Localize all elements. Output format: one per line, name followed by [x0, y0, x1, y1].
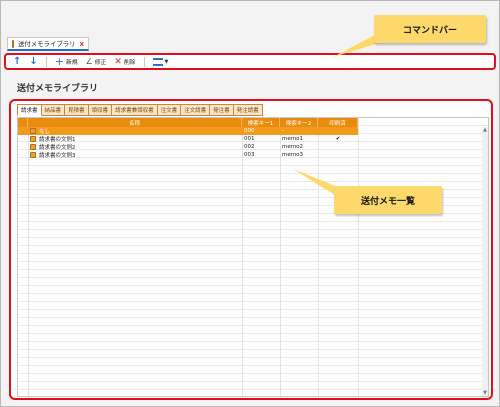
command-bar: ↑ ↓ + 新規 ∠ 修正 ✕ 削除 ▼	[4, 53, 496, 70]
grid-divider	[28, 118, 29, 396]
column-header-name[interactable]: 名称	[28, 118, 242, 127]
row-selector	[18, 127, 28, 135]
grid-divider	[318, 118, 319, 396]
cell-key1: 002	[244, 144, 255, 150]
cell-key2: memo1	[282, 136, 303, 142]
tab-delivery-note[interactable]: 納品書	[41, 104, 66, 116]
tab-receipt[interactable]: 領収書	[88, 104, 113, 116]
cell-name: なし	[28, 127, 242, 135]
tab-purchase-acceptance[interactable]: 発注請書	[233, 104, 263, 116]
memo-table: 名称 検索キー1 検索キー2 印刷済 なし 000 - 請求書の文例1 001 …	[17, 117, 489, 397]
cell-key1: 000	[244, 128, 255, 134]
arrow-up-icon: ↑	[13, 55, 22, 67]
cell-name: 請求書の文例1	[28, 135, 242, 143]
list-icon	[152, 57, 163, 66]
app-window: 送付メモライブラリ x ↑ ↓ + 新規 ∠ 修正 ✕ 削除 ▼ コマンドバー …	[0, 0, 500, 407]
tab-order[interactable]: 注文書	[157, 104, 182, 116]
column-header-printed[interactable]: 印刷済	[318, 118, 358, 127]
grid-divider	[280, 118, 281, 396]
scroll-up-icon[interactable]: ▲	[482, 127, 488, 133]
toolbar-divider	[45, 56, 47, 67]
delete-button-label: 削除	[123, 60, 136, 66]
document-tab-label: 送付メモライブラリ	[18, 40, 76, 48]
row-selector	[18, 135, 28, 143]
table-row[interactable]: 請求書の文例1 001 memo1 ✔	[18, 135, 358, 143]
new-button-label: 新規	[66, 60, 78, 66]
scroll-down-icon[interactable]: ▼	[482, 390, 488, 396]
command-bar-callout: コマンドバー	[374, 15, 486, 43]
grid-lines	[18, 118, 488, 396]
move-up-button[interactable]: ↑	[10, 56, 24, 68]
arrow-down-icon: ↓	[29, 55, 38, 67]
memo-list-panel: 請求書 納品書 見積書 領収書 請求書兼領収書 注文書 注文請書 発注書 発注請…	[9, 99, 493, 400]
delete-button[interactable]: ✕ 削除	[111, 56, 138, 68]
cell-printed	[318, 151, 358, 159]
document-icon	[12, 39, 14, 48]
column-header-key2[interactable]: 検索キー2	[280, 118, 318, 127]
move-down-button[interactable]: ↓	[26, 56, 40, 68]
delete-x-icon: ✕	[114, 56, 122, 67]
cell-name-text: 請求書の文例2	[39, 145, 76, 151]
cell-key2: memo3	[282, 152, 303, 158]
table-row[interactable]: 請求書の文例3 003 memo3	[18, 151, 358, 159]
category-tabs: 請求書 納品書 見積書 領収書 請求書兼領収書 注文書 注文請書 発注書 発注請…	[17, 104, 263, 116]
cell-printed: ✔	[335, 136, 341, 142]
edit-button-label: 修正	[94, 60, 107, 66]
table-header: 名称 検索キー1 検索キー2 印刷済	[18, 118, 358, 127]
cell-name: 請求書の文例3	[28, 151, 242, 159]
edit-button[interactable]: ∠ 修正	[83, 56, 110, 68]
column-header-key1[interactable]: 検索キー1	[242, 118, 280, 127]
tab-invoice[interactable]: 請求書	[17, 104, 42, 116]
page-title: 送付メモライブラリ	[17, 84, 99, 94]
cell-printed	[318, 143, 358, 151]
cell-key2: memo2	[282, 144, 303, 150]
grid-divider	[242, 118, 243, 396]
row-selector	[18, 143, 28, 151]
tab-order-acceptance[interactable]: 注文請書	[181, 104, 211, 116]
cell-name-text: なし	[39, 129, 51, 135]
cell-name-text: 請求書の文例3	[39, 153, 76, 159]
memo-icon	[30, 152, 36, 158]
header-selector	[18, 118, 28, 127]
new-button[interactable]: + 新規	[52, 56, 81, 68]
cell-name: 請求書の文例2	[28, 143, 242, 151]
memo-icon	[30, 144, 36, 150]
tab-quotation[interactable]: 見積書	[65, 104, 89, 116]
cell-printed	[318, 127, 358, 135]
chevron-down-icon: ▼	[164, 58, 169, 65]
view-menu-button[interactable]: ▼	[150, 56, 172, 68]
memo-icon	[30, 136, 36, 142]
cell-key1: 003	[244, 152, 255, 158]
cell-key1: 001	[244, 136, 255, 142]
plus-icon: +	[54, 54, 64, 68]
vertical-scrollbar[interactable]: ▲ ▼	[482, 127, 488, 396]
memo-list-callout: 送付メモ一覧	[334, 186, 442, 214]
table-row[interactable]: なし 000 -	[18, 127, 358, 135]
table-row[interactable]: 請求書の文例2 002 memo2	[18, 143, 358, 151]
memo-icon	[30, 128, 36, 134]
tab-invoice-receipt[interactable]: 請求書兼領収書	[112, 104, 158, 116]
tab-purchase-order[interactable]: 発注書	[210, 104, 234, 116]
row-selector	[18, 151, 28, 159]
cell-key2: -	[282, 128, 284, 134]
cell-name-text: 請求書の文例1	[39, 137, 76, 143]
close-icon[interactable]: x	[80, 40, 85, 48]
pencil-icon: ∠	[85, 57, 93, 66]
document-tab[interactable]: 送付メモライブラリ x	[7, 37, 89, 51]
grid-divider	[358, 118, 359, 396]
toolbar-divider	[143, 56, 145, 67]
